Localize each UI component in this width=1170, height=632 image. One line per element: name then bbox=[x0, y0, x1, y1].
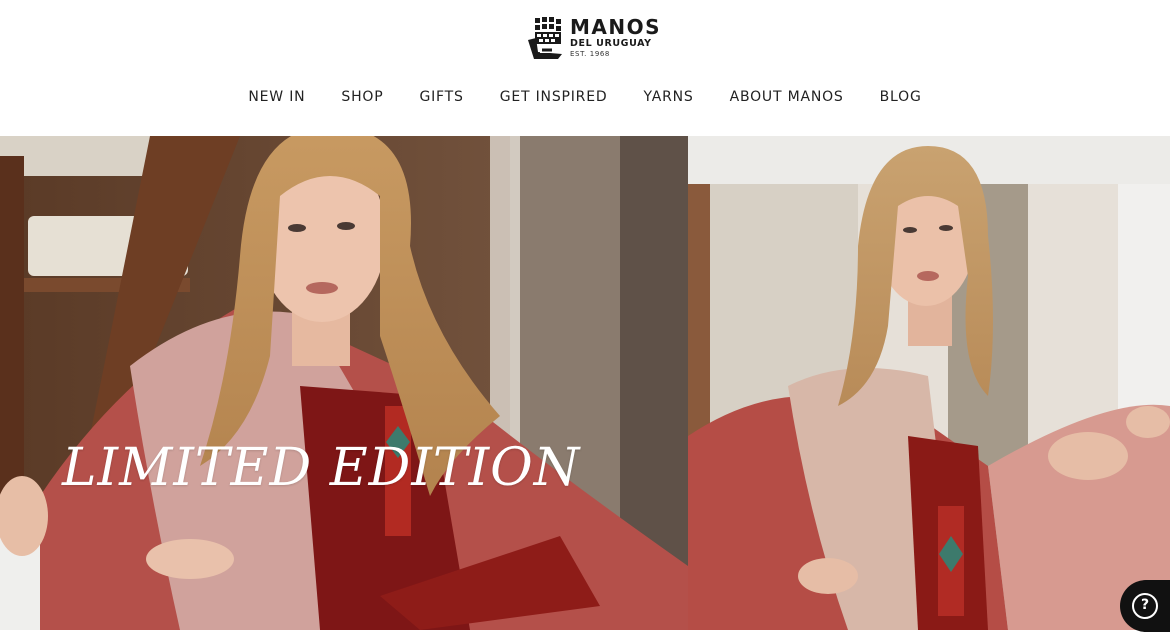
hero-banner[interactable]: LIMITED EDITION bbox=[0, 136, 1170, 630]
nav-get-inspired[interactable]: GET INSPIRED bbox=[500, 86, 608, 108]
nav-shop[interactable]: SHOP bbox=[341, 86, 383, 108]
brand-established: EST. 1968 bbox=[570, 49, 610, 58]
nav-new-in[interactable]: NEW IN bbox=[248, 86, 305, 108]
nav-about-manos[interactable]: ABOUT MANOS bbox=[730, 86, 844, 108]
brand-subtitle: DEL URUGUAY bbox=[570, 38, 652, 49]
model-photo-illustration-2 bbox=[688, 136, 1170, 630]
site-header: MANOS DEL URUGUAY EST. 1968 NEW IN SHOP … bbox=[0, 0, 1170, 136]
nav-blog[interactable]: BLOG bbox=[880, 86, 922, 108]
model-photo-illustration bbox=[0, 136, 688, 630]
brand-logo[interactable]: MANOS DEL URUGUAY EST. 1968 bbox=[528, 16, 660, 64]
hand-logo-icon bbox=[528, 17, 562, 59]
hero-photo-right bbox=[688, 136, 1170, 630]
brand-wordmark: MANOS DEL URUGUAY EST. 1968 bbox=[570, 17, 661, 58]
help-button[interactable]: ? bbox=[1120, 580, 1170, 632]
nav-yarns[interactable]: YARNS bbox=[643, 86, 693, 108]
hero-photo-left: LIMITED EDITION bbox=[0, 136, 688, 630]
brand-name: MANOS bbox=[570, 15, 662, 39]
main-navigation: NEW IN SHOP GIFTS GET INSPIRED YARNS ABO… bbox=[0, 86, 1170, 110]
nav-gifts[interactable]: GIFTS bbox=[419, 86, 463, 108]
question-mark-icon: ? bbox=[1132, 593, 1158, 619]
hero-headline: LIMITED EDITION bbox=[62, 438, 581, 498]
